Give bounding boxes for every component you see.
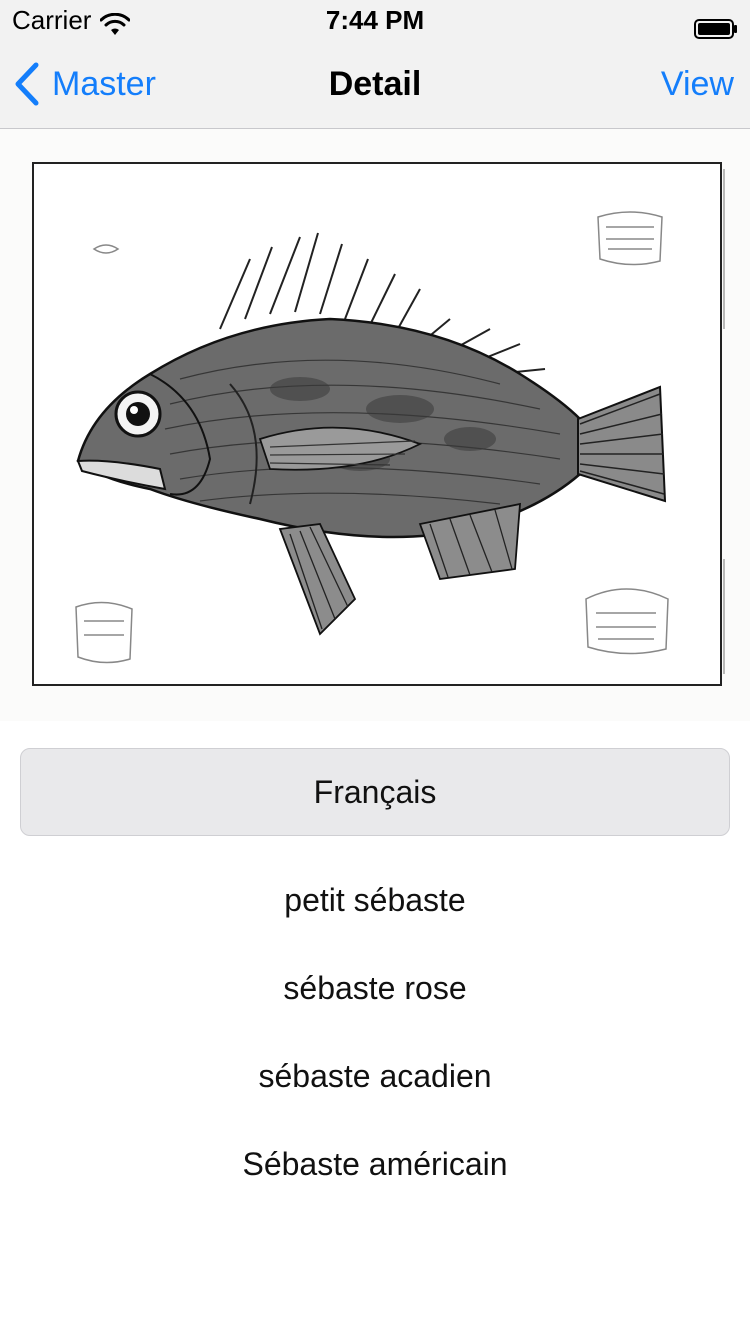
status-bar: Carrier 7:44 PM — [0, 0, 750, 40]
status-time: 7:44 PM — [325, 5, 425, 35]
fish-illustration — [0, 129, 750, 721]
navigation-bar: Master Detail View — [0, 40, 750, 128]
list-item: sébaste acadien — [258, 1058, 492, 1094]
language-button[interactable]: Français — [20, 748, 730, 836]
list-item: Sébaste américain — [242, 1146, 508, 1182]
top-bar: Carrier 7:44 PM Master Detail View — [0, 0, 750, 129]
page-title: Detail — [328, 65, 422, 103]
view-button[interactable]: View — [661, 40, 734, 128]
names-list: petit sébaste sébaste rose sébaste acadi… — [0, 856, 750, 1208]
battery-icon — [694, 10, 738, 39]
list-item: petit sébaste — [284, 882, 466, 918]
list-item: sébaste rose — [283, 970, 467, 1006]
